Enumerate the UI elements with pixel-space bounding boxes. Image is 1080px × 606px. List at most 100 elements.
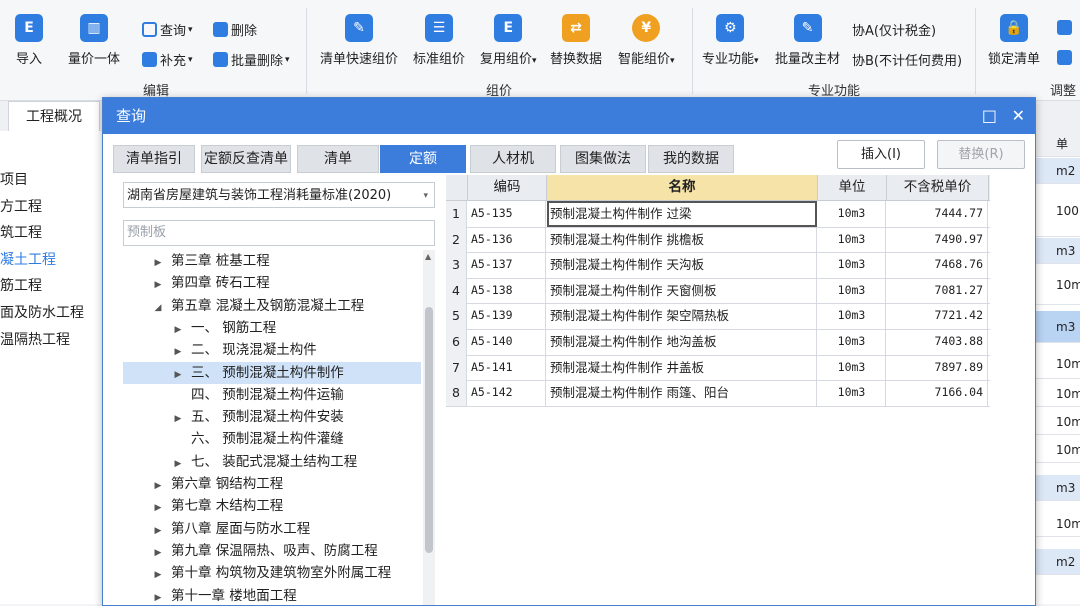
cell-price: 7468.76 xyxy=(887,252,988,278)
expand-arrow-icon[interactable]: ▶ xyxy=(151,542,165,564)
tree-node[interactable]: ▶ 七、 装配式混凝土结构工程 xyxy=(123,451,421,473)
grid-cell[interactable]: m3 xyxy=(1034,311,1080,343)
insert-button[interactable]: 插入(I) xyxy=(837,140,925,169)
expand-arrow-icon[interactable]: ▶ xyxy=(171,408,185,430)
table-row[interactable]: 8 A5-142 预制混凝土构件制作 雨篷、阳台 10m3 7166.04 xyxy=(446,380,990,407)
search-input[interactable] xyxy=(123,220,435,246)
table-row[interactable]: 2 A5-136 预制混凝土构件制作 挑檐板 10m3 7490.97 xyxy=(446,226,990,254)
column-header-unit[interactable]: 单位 xyxy=(818,175,887,200)
batch-material-button[interactable]: ✎ 批量改主材 xyxy=(775,14,840,67)
grid-cell[interactable]: 10m3 xyxy=(1034,511,1080,537)
tree-item[interactable]: 项目 xyxy=(0,167,102,194)
tree-node[interactable]: ▶ 第八章 屋面与防水工程 xyxy=(123,518,421,540)
tree-node[interactable]: 四、 预制混凝土构件运输 xyxy=(123,384,421,406)
tree-node[interactable]: ▶ 第三章 桩基工程 xyxy=(123,250,421,272)
table-row[interactable]: 6 A5-140 预制混凝土构件制作 地沟盖板 10m3 7403.88 xyxy=(446,329,990,356)
query-button[interactable]: 查询 ▾ xyxy=(142,20,193,39)
grid-cell[interactable]: m3 xyxy=(1034,238,1080,264)
grid-cell[interactable]: m2 xyxy=(1034,549,1080,575)
expand-arrow-icon[interactable]: ▶ xyxy=(171,364,185,386)
tree-node[interactable]: ▶ 第七章 木结构工程 xyxy=(123,495,421,517)
supplement-button[interactable]: 补充 ▾ xyxy=(142,50,193,69)
tree-node[interactable]: ▶ 五、 预制混凝土构件安装 xyxy=(123,406,421,428)
column-header-price[interactable]: 不含税单价 xyxy=(887,175,989,200)
table-row[interactable]: 4 A5-138 预制混凝土构件制作 天窗侧板 10m3 7081.27 xyxy=(446,277,990,305)
tab-my-data[interactable]: 我的数据 xyxy=(648,145,734,173)
special-function-button[interactable]: ⚙ 专业功能▾ xyxy=(702,14,759,67)
grid-cell[interactable]: m2 xyxy=(1034,158,1080,184)
tab-list[interactable]: 清单 xyxy=(297,145,379,173)
expand-arrow-icon[interactable]: ▶ xyxy=(171,319,185,341)
tab-quota[interactable]: 定额 xyxy=(380,145,466,173)
expand-arrow-icon[interactable]: ▶ xyxy=(151,587,165,606)
tree-node[interactable]: ▶ 二、 现浇混凝土构件 xyxy=(123,339,421,361)
tree-scrollbar[interactable]: ▲ xyxy=(423,250,435,605)
grid-cell[interactable]: 10m3 xyxy=(1034,409,1080,435)
tree-item[interactable]: 面及防水工程 xyxy=(0,300,102,327)
tree-node[interactable]: ▶ 第四章 砖石工程 xyxy=(123,272,421,294)
tab-project-overview[interactable]: 工程概况 xyxy=(8,101,100,132)
delete-button[interactable]: 删除 xyxy=(213,20,257,39)
replace-button[interactable]: 替换(R) xyxy=(937,140,1025,169)
cell-price: 7897.89 xyxy=(887,354,988,381)
grid-cell[interactable]: 10m3 xyxy=(1034,381,1080,407)
table-row[interactable]: 5 A5-139 预制混凝土构件制作 架空隔热板 10m3 7721.42 xyxy=(446,303,990,330)
tree-node[interactable]: ▶ 第十一章 楼地面工程 xyxy=(123,585,421,606)
table-row[interactable]: 3 A5-137 预制混凝土构件制作 天沟板 10m3 7468.76 xyxy=(446,252,990,279)
tree-node[interactable]: ◢ 第五章 混凝土及钢筋混凝土工程 xyxy=(123,295,421,317)
coop-b-button[interactable]: 协B(不计任何费用) xyxy=(852,50,962,69)
price-integration-button[interactable]: ▥ 量价一体 xyxy=(68,14,120,67)
tree-node[interactable]: ▶ 第六章 钢结构工程 xyxy=(123,473,421,495)
grid-cell[interactable]: 100 xyxy=(1034,185,1080,237)
tree-node[interactable]: ▶ 第十章 构筑物及建筑物室外附属工程 xyxy=(123,562,421,584)
lock-list-button[interactable]: 🔒 锁定清单 xyxy=(988,14,1040,67)
adjust-icon-1[interactable] xyxy=(1057,20,1075,35)
scroll-up-icon[interactable]: ▲ xyxy=(425,252,431,261)
tree-node[interactable]: ▶ 第九章 保温隔热、吸声、防腐工程 xyxy=(123,540,421,562)
tree-item[interactable]: 方工程 xyxy=(0,194,102,221)
tree-item[interactable]: 筑工程 xyxy=(0,220,102,247)
expand-arrow-icon[interactable]: ▶ xyxy=(151,274,165,296)
expand-arrow-icon[interactable]: ▶ xyxy=(151,520,165,542)
expand-arrow-icon[interactable]: ▶ xyxy=(151,497,165,519)
grid-cell[interactable]: m3 xyxy=(1034,475,1080,501)
expand-arrow-icon[interactable]: ◢ xyxy=(151,297,165,319)
tab-list-guide[interactable]: 清单指引 xyxy=(113,145,195,173)
column-header-code[interactable]: 编码 xyxy=(468,175,547,200)
tree-item[interactable]: 温隔热工程 xyxy=(0,327,102,354)
grid-cell[interactable]: 10m3 xyxy=(1034,349,1080,379)
expand-arrow-icon[interactable]: ▶ xyxy=(171,341,185,363)
divider xyxy=(975,8,976,94)
grid-cell[interactable]: 10m3 xyxy=(1034,437,1080,463)
smart-price-button[interactable]: ¥ 智能组价▾ xyxy=(618,14,675,67)
maximize-icon[interactable]: □ xyxy=(982,98,997,134)
expand-arrow-icon[interactable]: ▶ xyxy=(151,252,165,274)
tab-labor-material[interactable]: 人材机 xyxy=(470,145,556,173)
coop-a-button[interactable]: 协A(仅计税金) xyxy=(852,20,936,39)
reuse-price-button[interactable]: E 复用组价▾ xyxy=(480,14,537,67)
expand-arrow-icon[interactable]: ▶ xyxy=(171,453,185,475)
tree-item-selected[interactable]: 凝土工程 xyxy=(0,247,102,274)
grid-cell[interactable]: 10m3 xyxy=(1034,265,1080,305)
table-row[interactable]: 7 A5-141 预制混凝土构件制作 井盖板 10m3 7897.89 xyxy=(446,354,990,382)
tree-node-selected[interactable]: ▶ 三、 预制混凝土构件制作 xyxy=(123,361,421,386)
close-icon[interactable]: ✕ xyxy=(1012,98,1025,134)
tree-item[interactable]: 筋工程 xyxy=(0,273,102,300)
adjust-icon-2[interactable] xyxy=(1057,50,1075,65)
import-button[interactable]: E 导入 xyxy=(15,14,43,67)
expand-arrow-icon[interactable]: ▶ xyxy=(151,564,165,586)
column-header-name[interactable]: 名称 xyxy=(547,175,818,200)
scrollbar-thumb[interactable] xyxy=(425,307,433,553)
expand-arrow-icon[interactable]: ▶ xyxy=(151,475,165,497)
standard-price-button[interactable]: ☰ 标准组价 xyxy=(413,14,465,67)
table-row[interactable]: 1 A5-135 预制混凝土构件制作 过梁 10m3 7444.77 xyxy=(446,201,990,228)
quota-library-select[interactable]: 湖南省房屋建筑与装饰工程消耗量标准(2020) ▾ xyxy=(123,182,435,208)
tab-quota-reverse[interactable]: 定额反查清单 xyxy=(201,145,291,173)
tree-node[interactable]: 六、 预制混凝土构件灌缝 xyxy=(123,428,421,450)
batch-delete-button[interactable]: 批量删除 ▾ xyxy=(213,50,290,69)
row-number: 1 xyxy=(446,201,467,227)
quick-price-button[interactable]: ✎ 清单快速组价 xyxy=(320,14,398,67)
replace-data-button[interactable]: ⇄ 替换数据 xyxy=(550,14,602,67)
tab-atlas-method[interactable]: 图集做法 xyxy=(560,145,646,173)
tree-node[interactable]: ▶ 一、 钢筋工程 xyxy=(123,317,421,339)
